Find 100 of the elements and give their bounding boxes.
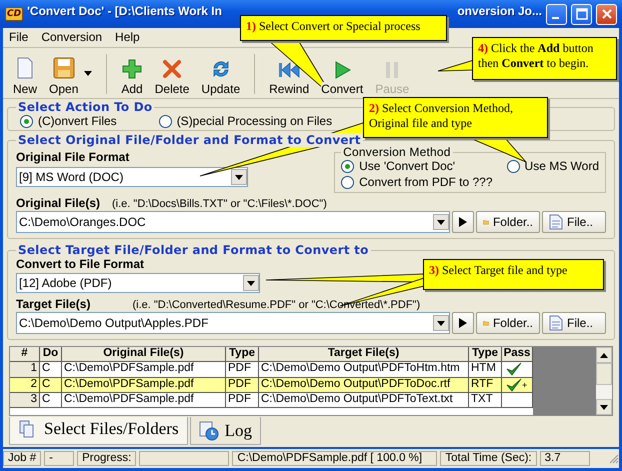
tab[interactable]: Log (190, 417, 261, 445)
window-title: 'Convert Doc' - [D:\Clients Work In (27, 4, 222, 18)
document-icon (549, 214, 563, 230)
tab[interactable]: Select Files/Folders (9, 417, 188, 445)
status-label: Total Time (Sec): (440, 451, 537, 466)
status-label: Progress: (77, 451, 136, 466)
toolbar-button[interactable]: Open (43, 52, 84, 96)
caret-icon (84, 71, 92, 76)
table-row[interactable]: 3 C C:\Demo\PDFSample.pdf PDF C:\Demo\Demo Output\PDFToText.txt TXT (10, 392, 533, 408)
toolbar-button[interactable]: New (7, 52, 44, 96)
table-cell: PDF (226, 378, 259, 393)
toolbar-button[interactable]: Delete (148, 52, 196, 96)
table-cell: C (40, 392, 62, 408)
radio-button[interactable] (341, 160, 354, 172)
cross-icon (162, 59, 182, 79)
group-title: Select Target File/Folder and Format to Convert to (16, 243, 371, 257)
page-icon (15, 57, 35, 79)
table-cell: C:\Demo\PDFSample.pdf (62, 362, 226, 378)
resize-grip-icon (609, 454, 619, 464)
file-button[interactable]: File.. (542, 312, 606, 334)
radio-label: Use MS Word (524, 159, 599, 173)
document-icon (549, 315, 563, 331)
format-combo[interactable]: [12] Adobe (PDF) (16, 273, 260, 293)
menu-item[interactable]: Help (115, 30, 140, 45)
radio-button[interactable] (341, 176, 354, 188)
scroll-up-button[interactable] (596, 347, 612, 363)
play-button[interactable] (452, 211, 474, 233)
table-cell: C:\Demo\Demo Output\PDFToDoc.rtf (259, 378, 469, 393)
plus-icon (122, 59, 142, 79)
minimize-button[interactable] (546, 4, 567, 24)
radio-label: Convert from PDF to ??? (359, 175, 493, 189)
callout: 3) Select Target file and type (423, 259, 604, 290)
folder-button[interactable]: Folder.. (476, 211, 540, 233)
table-cell: PDF (226, 392, 259, 408)
group-title: Select Original File/Folder and Format to Convert (16, 133, 363, 147)
minimize-icon (552, 17, 558, 19)
hint-text: (i.e. "D:\Docs\Bills.TXT" or "C:\Files\*.DOC") (112, 198, 327, 210)
close-icon (600, 8, 612, 20)
play-icon (333, 61, 352, 79)
file-path-combo[interactable]: C:\Demo\Demo Output\Apples.PDF (16, 312, 450, 334)
radio-label: (C)onvert Files (38, 114, 117, 128)
window-title: onversion Jo... (457, 4, 542, 18)
hint-text: (i.e. "D:\Converted\Resume.PDF" or "C:\Converted\*.PDF") (132, 299, 420, 311)
status-text: C:\Demo\PDFSample.pdf [ 100.0 %] (232, 451, 438, 466)
table-cell: C:\Demo\Demo Output\PDFToHtm.htm (259, 362, 469, 378)
down-arrow-icon (600, 404, 608, 410)
status-value: - (44, 451, 74, 466)
file-button[interactable]: File.. (542, 211, 606, 233)
radio-label: (S)pecial Processing on Files (176, 114, 332, 128)
table-cell: C:\Demo\PDFSample.pdf (62, 378, 226, 393)
pass-note: + (522, 380, 528, 390)
field-label: Convert to File Format (16, 257, 144, 271)
callout: 4) Click the Add button then Convert to begin. (472, 37, 617, 80)
close-button[interactable] (596, 4, 617, 24)
radio-label: Use 'Convert Doc' (359, 159, 456, 173)
rewind-icon (278, 61, 300, 79)
table-cell: 3 (10, 392, 40, 408)
table-cell: 2 (10, 378, 40, 393)
table-cell: C (40, 378, 62, 393)
scrollbar-thumb[interactable] (596, 363, 612, 385)
toolbar-button[interactable]: Update (195, 52, 246, 96)
radio-button[interactable] (158, 114, 172, 128)
format-combo[interactable]: [9] MS Word (DOC) (16, 167, 248, 187)
file-path-combo[interactable]: C:\Demo\Oranges.DOC (16, 211, 450, 233)
pause-icon (384, 61, 400, 79)
scroll-down-button[interactable] (596, 399, 612, 415)
app-icon: CD (5, 7, 24, 21)
table-cell: HTM (469, 362, 502, 378)
group-title: Conversion Method (341, 145, 453, 159)
table-cell: PDF (226, 362, 259, 378)
table-cell: C:\Demo\Demo Output\PDFToText.txt (259, 392, 469, 408)
folder-button[interactable]: Folder.. (476, 312, 540, 334)
group-title: Select Action To Do (16, 100, 154, 114)
table-cell: TXT (469, 392, 502, 408)
scrollbar[interactable] (596, 347, 612, 415)
status-label: Job # (3, 451, 42, 466)
up-arrow-icon (600, 352, 608, 358)
field-label: Target File(s) (16, 297, 90, 311)
maximize-icon (576, 8, 588, 20)
refresh-icon (210, 59, 231, 79)
radio-button[interactable] (20, 114, 33, 128)
play-icon (459, 217, 467, 227)
maximize-button[interactable] (571, 4, 592, 24)
menu-item[interactable]: Conversion (41, 30, 102, 45)
table-cell: C:\Demo\PDFSample.pdf (62, 392, 226, 408)
menu-item[interactable]: File (9, 30, 28, 45)
status-value: 3.7 (540, 451, 590, 466)
play-button[interactable] (452, 312, 474, 334)
field-label: Original File Format (16, 150, 130, 164)
table-cell: 1 (10, 362, 40, 378)
table-cell: RTF (469, 378, 502, 393)
table-row[interactable]: 1 C C:\Demo\PDFSample.pdf PDF C:\Demo\Demo Output\PDFToHtm.htm HTM (10, 362, 533, 378)
table-cell: C (40, 362, 62, 378)
callout: 1) Select Convert or Special process (240, 15, 447, 41)
toolbar-button[interactable]: Add (115, 52, 149, 96)
table-row[interactable]: 2 C C:\Demo\PDFSample.pdf PDF C:\Demo\Demo Output\PDFToDoc.rtf RTF + (10, 378, 533, 393)
radio-button[interactable] (506, 160, 520, 172)
field-label: Original File(s) (16, 196, 100, 210)
play-icon (459, 318, 467, 328)
clock-icon (198, 420, 219, 440)
